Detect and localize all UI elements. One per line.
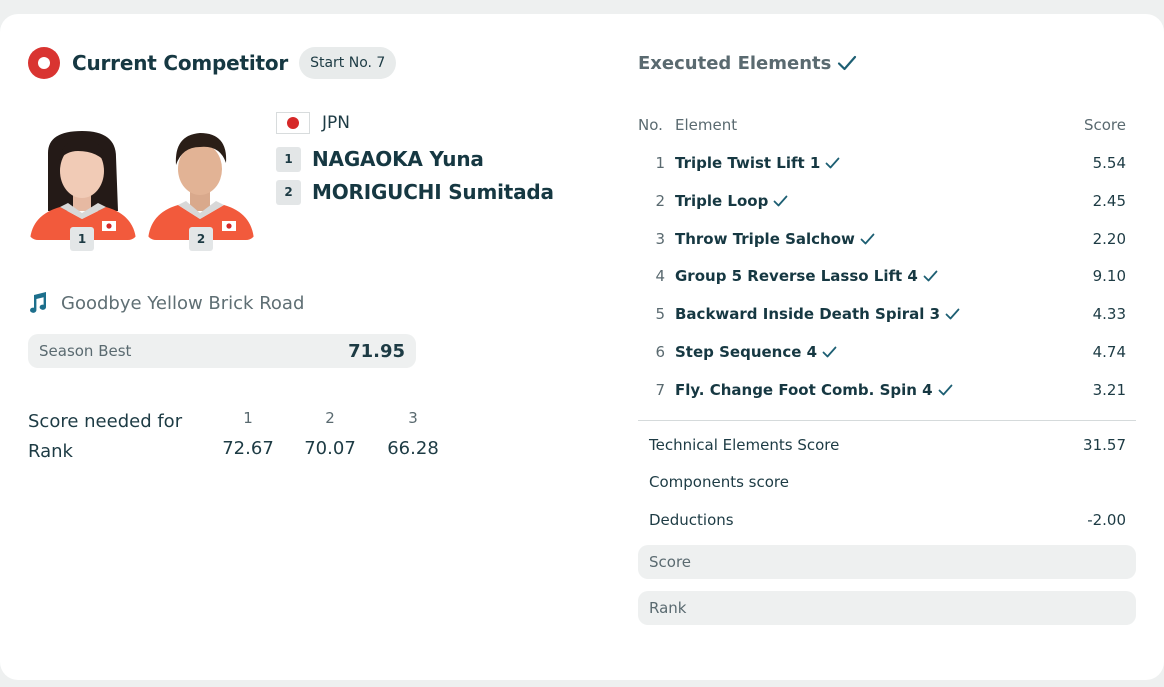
athlete-row-2: 2 MORIGUCHI Sumitada (276, 179, 554, 205)
element-row: 5 Backward Inside Death Spiral 3 4.33 (638, 301, 1126, 327)
element-number: 3 (655, 230, 665, 248)
rank-bar: Rank (638, 591, 1136, 625)
rank-number: 3 (408, 409, 418, 427)
deductions-value: -2.00 (1087, 511, 1126, 529)
element-row: 6 Step Sequence 4 4.74 (638, 339, 1126, 365)
executed-elements-header: Executed Elements (638, 50, 857, 76)
photo-number-2: 2 (189, 227, 213, 251)
check-icon (860, 233, 875, 245)
rank-number: 1 (243, 409, 253, 427)
season-best-value: 71.95 (348, 340, 405, 362)
athlete-name-2: MORIGUCHI Sumitada (312, 180, 554, 204)
header-element: Element (675, 116, 738, 134)
rank-needed-score: 72.67 (222, 438, 274, 459)
element-score: 5.54 (1092, 154, 1126, 172)
check-icon (945, 308, 960, 320)
season-best-label: Season Best (39, 342, 132, 360)
check-icon (838, 55, 857, 71)
element-name: Triple Loop (675, 192, 788, 210)
element-number: 7 (655, 381, 665, 399)
element-score: 2.45 (1092, 192, 1126, 210)
element-score: 4.33 (1092, 305, 1126, 323)
score-needed-label: Score needed for Rank (28, 407, 182, 467)
check-icon (822, 346, 837, 358)
athlete-number-2: 2 (276, 179, 301, 205)
element-score: 2.20 (1092, 230, 1126, 248)
summary-divider (638, 420, 1136, 421)
element-name: Throw Triple Salchow (675, 230, 875, 248)
current-competitor-header: Current Competitor Start No. 7 (28, 47, 397, 79)
element-name: Backward Inside Death Spiral 3 (675, 305, 960, 323)
check-icon (938, 384, 952, 396)
element-number: 2 (655, 192, 665, 210)
check-icon (825, 157, 840, 169)
element-score: 4.74 (1092, 343, 1126, 361)
score-bar: Score (638, 545, 1136, 579)
score-needed-label-line1: Score needed for (28, 411, 183, 432)
tes-label: Technical Elements Score (649, 436, 840, 454)
tes-row: Technical Elements Score 31.57 (649, 436, 1126, 454)
element-number: 1 (655, 154, 665, 172)
athlete-photo-2 (146, 123, 256, 240)
rank-column-2: 2 70.07 (300, 406, 360, 459)
athlete-row-1: 1 NAGAOKA Yuna (276, 146, 484, 172)
element-number: 6 (655, 343, 665, 361)
rank-needed-score: 66.28 (387, 438, 439, 459)
music-note-icon (30, 292, 47, 313)
header-score: Score (1083, 116, 1126, 134)
photo-number-1: 1 (70, 227, 94, 251)
check-icon (773, 195, 788, 207)
start-number-badge: Start No. 7 (299, 47, 397, 79)
tes-value: 31.57 (1083, 436, 1126, 454)
element-name: Group 5 Reverse Lasso Lift 4 (675, 267, 938, 285)
deductions-label: Deductions (649, 511, 734, 529)
header-no: No. (638, 116, 663, 134)
element-row: 1 Triple Twist Lift 1 5.54 (638, 150, 1126, 176)
rank-number: 2 (325, 409, 335, 427)
competitor-card: Current Competitor Start No. 7 1 2 JPN 1… (0, 14, 1164, 680)
deductions-row: Deductions -2.00 (649, 511, 1126, 529)
element-row: 3 Throw Triple Salchow 2.20 (638, 226, 1126, 252)
season-best-bar: Season Best 71.95 (28, 334, 416, 368)
athlete-number-1: 1 (276, 146, 301, 172)
element-name: Step Sequence 4 (675, 343, 837, 361)
athlete-photo-1 (28, 123, 138, 240)
score-needed-label-line2: Rank (28, 441, 73, 462)
music-title: Goodbye Yellow Brick Road (61, 292, 305, 314)
rank-column-1: 1 72.67 (218, 406, 278, 459)
athlete-name-1: NAGAOKA Yuna (312, 147, 484, 171)
element-name: Fly. Change Foot Comb. Spin 4 (675, 381, 953, 399)
components-row: Components score (649, 473, 1126, 491)
element-name: Triple Twist Lift 1 (675, 154, 840, 172)
current-competitor-title: Current Competitor (72, 51, 289, 75)
music-row: Goodbye Yellow Brick Road (28, 290, 304, 316)
element-row: 4 Group 5 Reverse Lasso Lift 4 9.10 (638, 263, 1126, 289)
rank-column-3: 3 66.28 (383, 406, 443, 459)
japan-flag-icon (276, 112, 310, 134)
element-score: 9.10 (1092, 267, 1126, 285)
element-number: 5 (655, 305, 665, 323)
nation: JPN (276, 112, 350, 134)
executed-elements-title: Executed Elements (638, 52, 832, 74)
rank-needed-score: 70.07 (304, 438, 356, 459)
record-icon (28, 47, 60, 79)
element-number: 4 (655, 267, 665, 285)
element-score: 3.21 (1092, 381, 1126, 399)
check-icon (923, 270, 938, 282)
components-label: Components score (649, 473, 789, 491)
element-row: 2 Triple Loop 2.45 (638, 188, 1126, 214)
element-row: 7 Fly. Change Foot Comb. Spin 4 3.21 (638, 377, 1126, 403)
nation-code: JPN (322, 113, 350, 133)
